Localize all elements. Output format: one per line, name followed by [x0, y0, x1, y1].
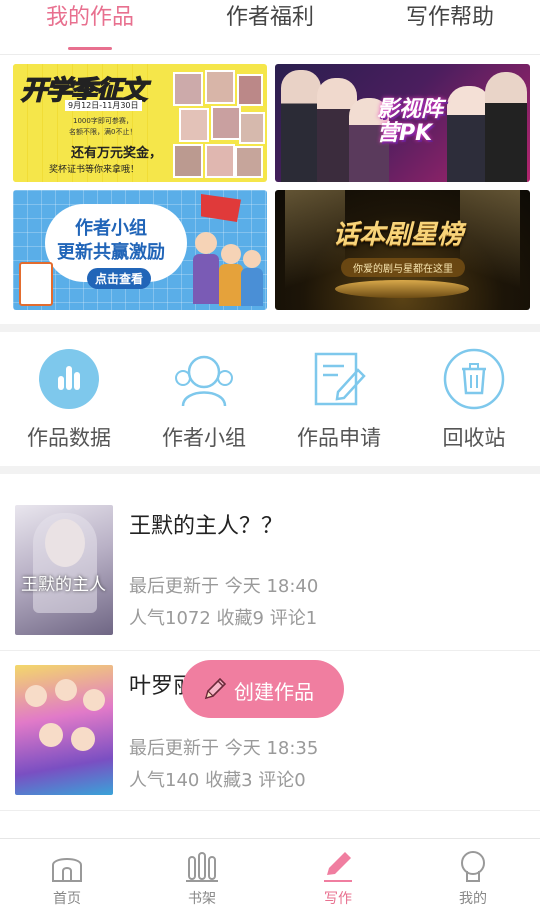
- banner-essay-contest[interactable]: 开学季征文 9月12日-11月30日 1000字即可参赛， 名额不限，满0不止！…: [13, 64, 267, 182]
- top-tab-bar: 我的作品 作者福利 写作帮助: [0, 0, 540, 55]
- banner-line: 奖杯证书等你来拿哦！: [49, 165, 140, 175]
- nav-label: 写作: [324, 891, 352, 907]
- create-work-label: 创建作品: [234, 680, 314, 704]
- banner-film-pk[interactable]: 影视阵营PK: [275, 64, 530, 182]
- celebrity-figure: [281, 70, 321, 182]
- work-updated: 最后更新于 今天 18:40: [129, 576, 319, 597]
- banner-line: 名额不限，满0不止！: [69, 128, 137, 136]
- create-work-button[interactable]: 创建作品: [182, 660, 344, 718]
- pencil-icon: [200, 674, 230, 704]
- clipboard-icon: [19, 262, 53, 306]
- work-stats: 人气1072 收藏9 评论1: [129, 608, 318, 629]
- nav-bookshelf[interactable]: 书架: [152, 839, 252, 910]
- list-item[interactable]: 王默的主人 王默的主人？？ 最后更新于 今天 18:40 人气1072 收藏9 …: [0, 490, 540, 651]
- shortcut-work-application[interactable]: 作品申请: [284, 348, 394, 452]
- nav-home[interactable]: 首页: [17, 839, 117, 910]
- section-divider: [0, 466, 540, 474]
- work-cover: [15, 665, 113, 795]
- bookshelf-icon: [184, 849, 220, 885]
- shortcut-label: 作品申请: [297, 426, 381, 450]
- nav-label: 我的: [459, 891, 487, 907]
- celebrity-figure: [485, 72, 527, 182]
- shortcut-recycle-bin[interactable]: 回收站: [419, 348, 529, 452]
- shortcut-author-group[interactable]: 作者小组: [149, 348, 259, 452]
- profile-icon: [455, 849, 491, 885]
- flag-icon: [201, 194, 241, 222]
- shortcut-label: 作品数据: [27, 426, 111, 450]
- work-stats: 人气140 收藏3 评论0: [129, 770, 306, 791]
- banner-title: 作者小组: [75, 218, 147, 239]
- bar-chart-icon: [38, 348, 100, 410]
- bottom-nav: 首页 书架 写作 我的: [0, 838, 540, 910]
- banner-subtitle: 更新共赢激励: [57, 242, 165, 263]
- banner-drama-ranking[interactable]: 话本剧星榜 你爱的剧与星都在这里: [275, 190, 530, 310]
- work-title: 王默的主人？？: [129, 514, 284, 539]
- work-cover: 王默的主人: [15, 505, 113, 635]
- nav-label: 首页: [53, 891, 81, 907]
- tab-my-works[interactable]: 我的作品: [10, 0, 170, 54]
- tab-author-benefits[interactable]: 作者福利: [190, 0, 350, 54]
- photo-collage: [169, 68, 265, 178]
- shortcut-label: 作者小组: [162, 426, 246, 450]
- group-icon: [173, 348, 235, 410]
- nav-write[interactable]: 写作: [288, 839, 388, 910]
- cover-title: 王默的主人: [21, 575, 106, 595]
- shortcut-label: 回收站: [442, 426, 506, 450]
- active-tab-indicator: [68, 47, 112, 50]
- write-icon: [320, 849, 356, 885]
- banner-date: 9月12日-11月30日: [65, 100, 142, 111]
- section-divider: [0, 324, 540, 332]
- stage-podium: [335, 280, 469, 298]
- shortcut-work-data[interactable]: 作品数据: [14, 348, 124, 452]
- banner-title: 话本剧星榜: [333, 220, 464, 250]
- banner-line: 还有万元奖金，: [71, 146, 163, 161]
- banner-line: 1000字即可参赛，: [73, 117, 133, 125]
- banner-subtitle: 你爱的剧与星都在这里: [341, 258, 465, 277]
- trash-icon: [443, 348, 505, 410]
- edit-document-icon: [308, 348, 370, 410]
- spotlight: [460, 190, 520, 310]
- home-icon: [49, 849, 85, 885]
- banner-cta: 点击查看: [87, 268, 152, 289]
- cartoon-kids: [191, 226, 263, 310]
- banner-author-group[interactable]: 作者小组 更新共赢激励 点击查看: [13, 190, 267, 310]
- work-updated: 最后更新于 今天 18:35: [129, 738, 319, 759]
- tab-writing-help[interactable]: 写作帮助: [370, 0, 530, 54]
- nav-profile[interactable]: 我的: [423, 839, 523, 910]
- nav-label: 书架: [188, 891, 216, 907]
- banner-title: 影视阵营PK: [377, 97, 444, 146]
